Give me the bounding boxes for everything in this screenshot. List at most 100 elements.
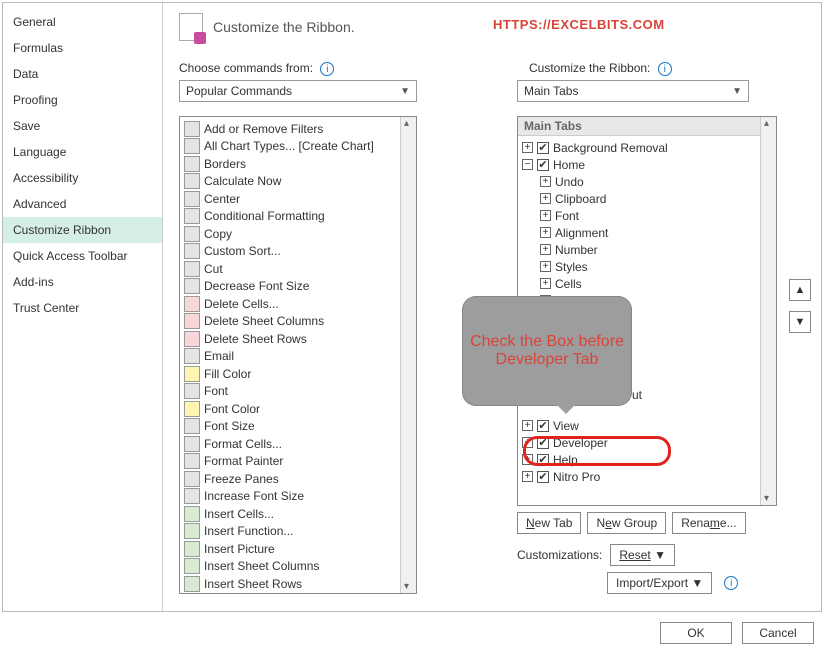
command-item[interactable]: Font Size▸ xyxy=(182,418,414,436)
nav-item-accessibility[interactable]: Accessibility xyxy=(3,165,162,191)
reset-button[interactable]: Reset ▼ xyxy=(610,544,675,566)
command-item[interactable]: Center xyxy=(182,190,414,208)
info-icon[interactable]: i xyxy=(724,576,738,590)
command-item[interactable]: Copy xyxy=(182,225,414,243)
nav-item-add-ins[interactable]: Add-ins xyxy=(3,269,162,295)
expand-icon[interactable]: + xyxy=(540,278,551,289)
tree-group[interactable]: +Font xyxy=(522,207,772,224)
command-item[interactable]: Fill Color▸ xyxy=(182,365,414,383)
nav-item-trust-center[interactable]: Trust Center xyxy=(3,295,162,321)
expand-icon[interactable]: + xyxy=(522,142,533,153)
info-icon[interactable]: i xyxy=(658,62,672,76)
tree-group[interactable]: +Undo xyxy=(522,173,772,190)
ok-button[interactable]: OK xyxy=(660,622,732,644)
new-tab-button[interactable]: New Tab xyxy=(517,512,581,534)
command-item[interactable]: Insert Sheet Rows xyxy=(182,575,414,593)
tree-group[interactable]: +Styles xyxy=(522,258,772,275)
nav-item-proofing[interactable]: Proofing xyxy=(3,87,162,113)
command-item[interactable]: Delete Sheet Columns xyxy=(182,313,414,331)
tab-checkbox[interactable] xyxy=(537,454,549,466)
command-item[interactable]: Add or Remove Filters xyxy=(182,120,414,138)
expand-icon[interactable]: + xyxy=(522,454,533,465)
tree-tab[interactable]: +Nitro Pro xyxy=(522,468,772,485)
tab-checkbox[interactable] xyxy=(537,159,549,171)
command-item[interactable]: Decrease Font Size xyxy=(182,278,414,296)
expand-icon[interactable]: + xyxy=(540,193,551,204)
command-item[interactable]: Delete Sheet Rows xyxy=(182,330,414,348)
command-item[interactable]: Format Painter xyxy=(182,453,414,471)
command-item[interactable]: Insert Sheet Columns xyxy=(182,558,414,576)
command-item[interactable]: Email xyxy=(182,348,414,366)
command-label: Center xyxy=(204,192,240,206)
command-icon xyxy=(184,558,200,574)
expand-icon[interactable]: + xyxy=(540,176,551,187)
tree-group[interactable]: +Alignment xyxy=(522,224,772,241)
nav-item-customize-ribbon[interactable]: Customize Ribbon xyxy=(3,217,162,243)
expand-icon[interactable]: + xyxy=(540,227,551,238)
command-item[interactable]: Conditional Formatting▸ xyxy=(182,208,414,226)
command-item[interactable]: Cut xyxy=(182,260,414,278)
import-export-button[interactable]: Import/Export ▼ xyxy=(607,572,712,594)
tree-label: Help xyxy=(553,453,578,467)
expand-icon[interactable]: + xyxy=(522,420,533,431)
command-item[interactable]: Freeze Panes▸ xyxy=(182,470,414,488)
expand-icon[interactable]: + xyxy=(540,210,551,221)
command-icon xyxy=(184,191,200,207)
rename-button[interactable]: Rename... xyxy=(672,512,745,534)
command-item[interactable]: Insert Picture xyxy=(182,540,414,558)
command-item[interactable]: Font▸ xyxy=(182,383,414,401)
nav-item-save[interactable]: Save xyxy=(3,113,162,139)
command-item[interactable]: All Chart Types... [Create Chart] xyxy=(182,138,414,156)
tree-group[interactable]: +Cells xyxy=(522,275,772,292)
annotation-callout: Check the Box before Developer Tab xyxy=(462,296,632,406)
command-item[interactable]: Insert Table xyxy=(182,593,414,595)
expand-icon[interactable]: + xyxy=(522,437,533,448)
expand-icon[interactable]: + xyxy=(522,471,533,482)
main-panel: HTTPS://EXCELBITS.COM Customize the Ribb… xyxy=(163,3,821,611)
command-item[interactable]: Delete Cells... xyxy=(182,295,414,313)
commands-from-select[interactable]: Popular Commands ▼ xyxy=(179,80,417,102)
expand-icon[interactable]: + xyxy=(540,261,551,272)
tab-checkbox[interactable] xyxy=(537,471,549,483)
dialog-footer: OK Cancel xyxy=(660,622,814,644)
options-dialog: GeneralFormulasDataProofingSaveLanguageA… xyxy=(2,2,822,612)
tree-group[interactable]: +Number xyxy=(522,241,772,258)
command-item[interactable]: Insert Cells... xyxy=(182,505,414,523)
move-up-button[interactable]: ▲ xyxy=(789,279,811,301)
tab-checkbox[interactable] xyxy=(537,420,549,432)
nav-item-advanced[interactable]: Advanced xyxy=(3,191,162,217)
scrollbar[interactable] xyxy=(400,117,416,593)
tree-tab-home[interactable]: −Home xyxy=(522,156,772,173)
reorder-buttons: ▲ ▼ xyxy=(789,279,811,333)
nav-item-data[interactable]: Data xyxy=(3,61,162,87)
nav-item-language[interactable]: Language xyxy=(3,139,162,165)
nav-item-quick-access-toolbar[interactable]: Quick Access Toolbar xyxy=(3,243,162,269)
collapse-icon[interactable]: − xyxy=(522,159,533,170)
tab-checkbox[interactable] xyxy=(537,142,549,154)
command-icon xyxy=(184,366,200,382)
tree-group[interactable]: + Clipboard xyxy=(522,190,772,207)
tree-label: Clipboard xyxy=(555,192,606,206)
tab-checkbox[interactable] xyxy=(537,437,549,449)
command-item[interactable]: Insert Function... xyxy=(182,523,414,541)
cancel-button[interactable]: Cancel xyxy=(742,622,814,644)
nav-item-general[interactable]: General xyxy=(3,9,162,35)
scrollbar[interactable] xyxy=(760,117,776,505)
move-down-button[interactable]: ▼ xyxy=(789,311,811,333)
command-item[interactable]: Font Color▸ xyxy=(182,400,414,418)
command-item[interactable]: Calculate Now xyxy=(182,173,414,191)
info-icon[interactable]: i xyxy=(320,62,334,76)
command-item[interactable]: Increase Font Size xyxy=(182,488,414,506)
command-item[interactable]: Borders▸ xyxy=(182,155,414,173)
command-label: Conditional Formatting xyxy=(204,209,325,223)
expand-icon[interactable]: + xyxy=(540,244,551,255)
commands-listbox[interactable]: Add or Remove FiltersAll Chart Types... … xyxy=(179,116,417,594)
command-item[interactable]: Format Cells... xyxy=(182,435,414,453)
tree-tab-developer[interactable]: +Developer xyxy=(522,434,772,451)
command-item[interactable]: Custom Sort... xyxy=(182,243,414,261)
nav-item-formulas[interactable]: Formulas xyxy=(3,35,162,61)
tree-tab[interactable]: + Help xyxy=(522,451,772,468)
new-group-button[interactable]: New Group xyxy=(587,512,666,534)
customize-target-select[interactable]: Main Tabs ▼ xyxy=(517,80,749,102)
tree-tab[interactable]: +Background Removal xyxy=(522,139,772,156)
